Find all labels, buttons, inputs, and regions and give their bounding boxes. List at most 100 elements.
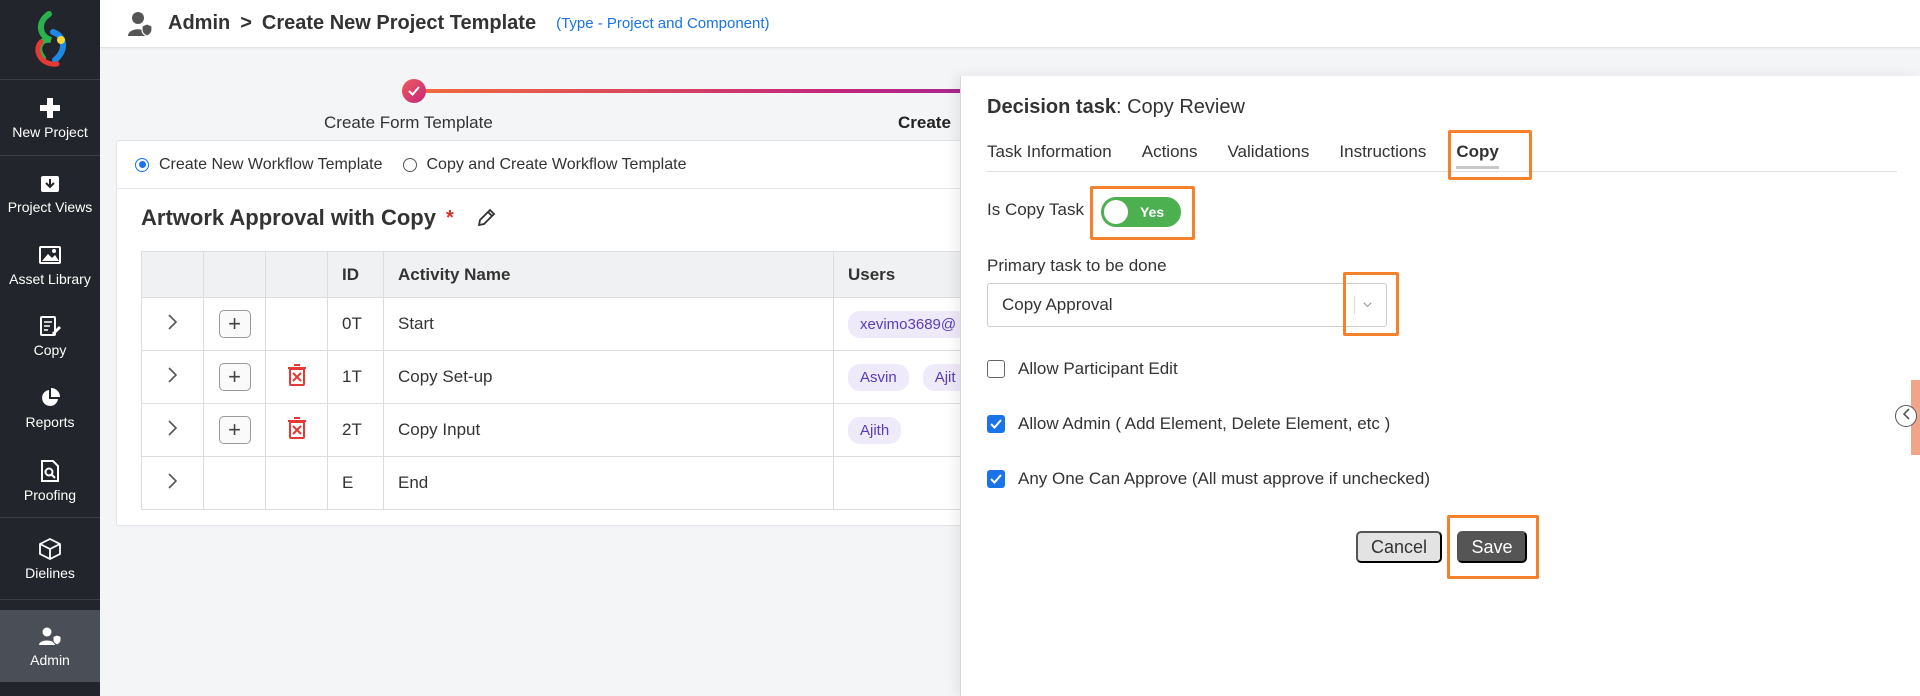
sidebar-item-label: Copy	[33, 342, 67, 358]
expand-cell[interactable]	[141, 456, 204, 510]
radio-create-new-workflow[interactable]: Create New Workflow Template	[135, 156, 383, 174]
activity-id: 1T	[327, 350, 384, 404]
chevron-right-icon[interactable]	[167, 419, 178, 440]
column-header-id: ID	[327, 251, 384, 298]
sidebar-item-label: New Project	[12, 123, 88, 140]
primary-task-value: Copy Approval	[1002, 295, 1113, 314]
sidebar-item-label: Proofing	[23, 486, 77, 503]
any-one-can-approve-label: Any One Can Approve (All must approve if…	[1018, 469, 1430, 488]
chevron-right-icon[interactable]	[167, 472, 178, 493]
image-icon	[38, 243, 62, 267]
highlight-save-button	[1447, 515, 1539, 579]
sidebar-item-label: Dielines	[25, 564, 75, 581]
panel-title: Decision task: Copy Review	[987, 96, 1245, 119]
cancel-button[interactable]: Cancel	[1356, 531, 1442, 563]
radio-selected-indicator[interactable]	[135, 157, 149, 172]
sidebar-item-asset-library[interactable]: Asset Library	[0, 230, 100, 300]
table-row: + 2T Copy Input Ajith	[141, 403, 1011, 457]
box-icon	[38, 537, 62, 561]
search-document-icon	[38, 459, 62, 483]
chevron-right-icon[interactable]	[167, 313, 178, 334]
add-cell: +	[203, 297, 266, 351]
tab-actions[interactable]: Actions	[1142, 132, 1198, 162]
activity-name: Copy Set-up	[383, 350, 834, 404]
step-2-label[interactable]: Create	[898, 113, 951, 133]
step-1-label[interactable]: Create Form Template	[324, 113, 493, 133]
is-copy-task-label: Is Copy Task	[987, 200, 1085, 219]
trash-icon[interactable]	[287, 363, 306, 390]
workflow-card: Create New Workflow Template Copy and Cr…	[116, 140, 1016, 526]
expand-cell[interactable]	[141, 350, 204, 404]
sidebar-item-label: Project Views	[7, 199, 93, 215]
highlight-dropdown	[1343, 272, 1399, 336]
delete-cell	[265, 297, 328, 351]
app-logo[interactable]	[0, 0, 100, 80]
column-header-delete	[265, 251, 328, 298]
decision-task-panel: Decision task: Copy Review Task Informat…	[960, 76, 1920, 696]
column-header-add	[203, 251, 266, 298]
sidebar-item-proofing[interactable]: Proofing	[0, 444, 100, 518]
sidebar-item-new-project[interactable]: New Project	[0, 80, 100, 156]
panel-title-type: Decision task	[987, 96, 1116, 118]
workflow-mode-options: Create New Workflow Template Copy and Cr…	[117, 141, 1015, 189]
breadcrumb-admin[interactable]: Admin	[168, 12, 230, 35]
activity-id: E	[327, 456, 384, 510]
primary-task-select[interactable]: Copy Approval	[987, 283, 1387, 327]
add-cell	[203, 456, 266, 510]
sidebar-item-dielines[interactable]: Dielines	[0, 518, 100, 600]
table-header-row: ID Activity Name Users	[141, 251, 1011, 298]
expand-cell[interactable]	[141, 297, 204, 351]
activity-name: Copy Input	[383, 403, 834, 457]
any-one-can-approve-checkbox[interactable]	[987, 470, 1005, 488]
add-activity-button[interactable]: +	[218, 363, 251, 391]
activity-id: 0T	[327, 297, 384, 351]
pie-chart-icon	[38, 386, 62, 410]
edit-document-icon	[38, 314, 62, 338]
tab-instructions[interactable]: Instructions	[1339, 132, 1426, 162]
panel-title-task: : Copy Review	[1115, 96, 1245, 118]
table-row: + 0T Start xevimo3689@	[141, 297, 1011, 351]
sidebar-item-label: Reports	[25, 414, 75, 430]
panel-tabs: Task Information Actions Validations Ins…	[987, 132, 1897, 172]
required-marker: *	[445, 206, 454, 229]
user-chip[interactable]: Asvin	[848, 363, 909, 391]
add-activity-button[interactable]: +	[218, 416, 251, 444]
sidebar-item-copy[interactable]: Copy	[0, 300, 100, 372]
tab-validations[interactable]: Validations	[1227, 132, 1309, 162]
sidebar-item-admin[interactable]: Admin	[0, 610, 100, 682]
chevron-right-icon[interactable]	[167, 366, 178, 387]
page-title: Create New Project Template	[261, 12, 537, 34]
trash-icon[interactable]	[287, 416, 306, 443]
step-1-complete-marker[interactable]	[402, 79, 426, 103]
allow-participant-edit-checkbox[interactable]	[987, 360, 1005, 378]
add-activity-button[interactable]: +	[218, 310, 251, 338]
radio-unselected-indicator[interactable]	[402, 157, 417, 172]
table-row: E End	[141, 456, 1011, 510]
sidebar-item-reports[interactable]: Reports	[0, 372, 100, 444]
expand-cell[interactable]	[141, 403, 204, 457]
column-header-activity-name: Activity Name	[383, 251, 834, 298]
radio-copy-workflow[interactable]: Copy and Create Workflow Template	[402, 155, 687, 174]
activity-name: Start	[383, 297, 834, 351]
user-chip[interactable]: Ajith	[848, 416, 902, 444]
collapse-panel-button[interactable]	[1895, 405, 1917, 427]
column-header-expand	[141, 251, 204, 298]
allow-admin-label: Allow Admin ( Add Element, Delete Elemen…	[1018, 414, 1391, 433]
radio-label: Copy and Create Workflow Template	[426, 155, 687, 173]
user-chip[interactable]: xevimo3689@	[848, 310, 969, 338]
sidebar-item-label: Asset Library	[9, 271, 91, 287]
workflow-title: Artwork Approval with Copy	[141, 205, 436, 230]
allow-admin-checkbox[interactable]	[987, 415, 1005, 433]
sidebar-item-project-views[interactable]: Project Views	[0, 156, 100, 230]
delete-cell	[265, 403, 328, 457]
pencil-edit-icon[interactable]	[476, 208, 496, 228]
add-cell: +	[203, 350, 266, 404]
tab-task-information[interactable]: Task Information	[987, 132, 1112, 162]
table-row: + 1T Copy Set-up Asvin Ajit	[141, 350, 1011, 404]
highlight-copy-toggle	[1090, 186, 1195, 240]
delete-cell	[265, 350, 328, 404]
activity-id: 2T	[327, 403, 384, 457]
activity-name: End	[383, 456, 834, 510]
allow-participant-edit-label: Allow Participant Edit	[1018, 359, 1178, 378]
admin-user-icon	[128, 11, 152, 37]
